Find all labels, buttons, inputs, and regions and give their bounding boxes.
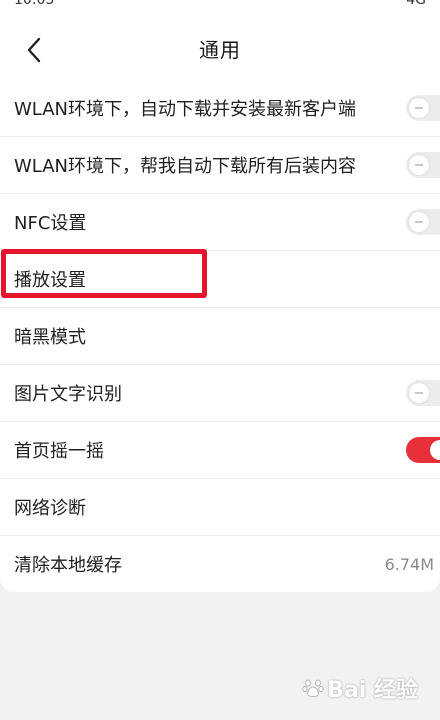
status-network: 4G bbox=[406, 0, 426, 8]
setting-row-dark-mode[interactable]: 暗黑模式 bbox=[0, 308, 440, 365]
page-title: 通用 bbox=[199, 38, 241, 62]
paw-icon bbox=[302, 679, 324, 697]
setting-label: 播放设置 bbox=[14, 270, 86, 291]
toggle-knob bbox=[409, 212, 429, 232]
auto-update-client-toggle[interactable] bbox=[406, 95, 440, 121]
cache-size-value: 6.74M bbox=[384, 554, 434, 574]
setting-label: 清除本地缓存 bbox=[14, 555, 122, 576]
setting-row-auto-update-client[interactable]: WLAN环境下，自动下载并安装最新客户端 bbox=[0, 80, 440, 137]
toggle-knob bbox=[430, 440, 440, 460]
status-time: 10:05 bbox=[14, 0, 55, 8]
setting-label: 网络诊断 bbox=[14, 498, 86, 519]
image-text-recognition-toggle[interactable] bbox=[406, 380, 440, 406]
settings-list: WLAN环境下，自动下载并安装最新客户端 WLAN环境下，帮我自动下载所有后装内… bbox=[0, 80, 440, 592]
watermark-text: Bai 经验 bbox=[327, 678, 418, 703]
setting-label: WLAN环境下，自动下载并安装最新客户端 bbox=[14, 99, 357, 120]
toggle-knob bbox=[409, 98, 429, 118]
toggle-knob bbox=[409, 155, 429, 175]
toggle-knob bbox=[409, 383, 429, 403]
setting-row-nfc[interactable]: NFC设置 bbox=[0, 194, 440, 251]
setting-row-auto-download-content[interactable]: WLAN环境下，帮我自动下载所有后装内容 bbox=[0, 137, 440, 194]
setting-row-shake[interactable]: 首页摇一摇 bbox=[0, 422, 440, 479]
setting-label: WLAN环境下，帮我自动下载所有后装内容 bbox=[14, 156, 357, 177]
setting-label: 暗黑模式 bbox=[14, 327, 86, 348]
status-bar: 10:05 4G bbox=[0, 0, 440, 10]
setting-row-clear-cache[interactable]: 清除本地缓存 6.74M bbox=[0, 536, 440, 592]
setting-row-image-text-recognition[interactable]: 图片文字识别 bbox=[0, 365, 440, 422]
watermark: Bai 经验 bbox=[302, 672, 418, 704]
shake-toggle[interactable] bbox=[406, 437, 440, 463]
nav-bar: 通用 bbox=[0, 10, 440, 82]
setting-label: NFC设置 bbox=[14, 213, 87, 234]
nfc-toggle[interactable] bbox=[406, 209, 440, 235]
setting-label: 首页摇一摇 bbox=[14, 441, 104, 462]
setting-row-playback[interactable]: 播放设置 bbox=[0, 251, 440, 308]
auto-download-content-toggle[interactable] bbox=[406, 152, 440, 178]
setting-label: 图片文字识别 bbox=[14, 384, 122, 405]
setting-row-network-diagnosis[interactable]: 网络诊断 bbox=[0, 479, 440, 536]
